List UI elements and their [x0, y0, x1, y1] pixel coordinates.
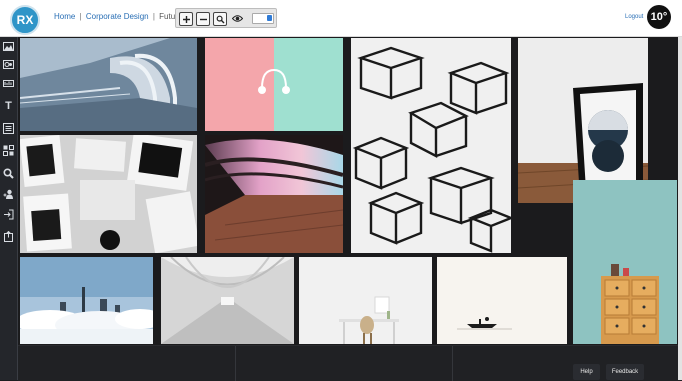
cloud-city-image [20, 257, 153, 344]
text-icon[interactable]: T [3, 101, 14, 112]
search-icon[interactable] [3, 168, 14, 179]
view-select[interactable] [252, 13, 274, 24]
layout-icon[interactable] [3, 145, 14, 156]
gallery-image-cabinet[interactable] [573, 180, 677, 344]
magnifier-icon [216, 15, 224, 23]
top-bar: RX Home | Corporate Design | Futuristic … [0, 0, 682, 37]
breadcrumb-separator: | [79, 12, 82, 21]
column-divider [235, 346, 236, 381]
image-icon[interactable] [3, 42, 14, 53]
sidebar: T [0, 37, 18, 380]
page-scrollbar[interactable] [678, 37, 682, 380]
plus-square-icon [182, 15, 190, 23]
gallery-image-desk[interactable] [299, 257, 432, 344]
framed-art-image [518, 38, 648, 203]
breadcrumb-home-link[interactable]: Home [54, 12, 75, 21]
tunnel-image [20, 38, 197, 131]
gallery-image-framed-art[interactable] [518, 38, 648, 203]
add-user-icon[interactable] [3, 189, 14, 200]
column-divider [452, 346, 453, 381]
share-icon[interactable] [3, 231, 14, 242]
gallery-image-tunnel[interactable] [20, 38, 197, 131]
minus-square-icon [199, 18, 207, 20]
gallery-image-posters[interactable] [20, 135, 197, 253]
gallery-image-headphones[interactable] [205, 38, 343, 131]
gallery-image-cubes[interactable] [351, 38, 511, 253]
posters-image [20, 135, 197, 253]
view-button[interactable] [231, 12, 243, 24]
neon-corridor-image [205, 135, 343, 253]
video-icon[interactable] [3, 79, 14, 90]
sign-in-icon[interactable] [3, 209, 14, 220]
chevron-down-icon [267, 15, 272, 21]
logout-link[interactable]: Logout [625, 14, 643, 20]
headphones-image [205, 38, 343, 131]
gallery-image-boat[interactable] [437, 257, 567, 344]
cubes-image [351, 38, 511, 253]
gallery-image-arched-hall[interactable] [161, 257, 294, 344]
zoom-toolbar [175, 8, 277, 28]
zoom-out-button[interactable] [196, 12, 210, 26]
eye-icon [231, 14, 243, 22]
feedback-button[interactable]: Feedback [606, 364, 644, 380]
zoom-search-button[interactable] [213, 12, 227, 26]
avatar[interactable]: 10° [647, 5, 671, 29]
gallery-image-cloud-city[interactable] [20, 257, 153, 344]
arched-hall-image [161, 257, 294, 344]
desk-image [299, 257, 432, 344]
breadcrumb: Home | Corporate Design | Futuristic [54, 12, 192, 21]
gallery-image-neon-corridor[interactable] [205, 135, 343, 253]
cabinet-image [573, 180, 677, 344]
breadcrumb-section-link[interactable]: Corporate Design [86, 12, 149, 21]
boat-image [437, 257, 567, 344]
breadcrumb-separator: | [152, 12, 155, 21]
list-icon[interactable] [3, 123, 14, 134]
help-button[interactable]: Help [573, 364, 600, 380]
app-logo[interactable]: RX [10, 5, 40, 35]
film-icon[interactable] [3, 60, 14, 71]
zoom-in-button[interactable] [179, 12, 193, 26]
